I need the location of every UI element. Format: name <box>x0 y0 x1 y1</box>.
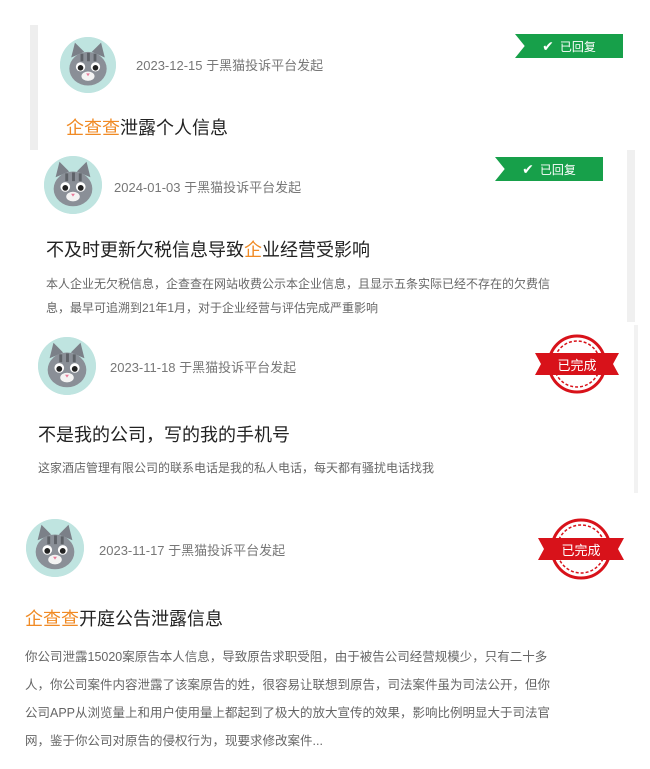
status-badge-replied: ✔ 已回复 <box>495 157 603 181</box>
title-highlight: 企查查 <box>25 609 79 629</box>
complaint-title[interactable]: 企查查泄露个人信息 <box>66 114 228 140</box>
complaint-title[interactable]: 不及时更新欠税信息导致企业经营受影响 <box>46 236 370 262</box>
description-line: 网，鉴于你公司对原告的侵权行为，现要求修改案件... <box>25 734 323 748</box>
description-line: 人，你公司案件内容泄露了该案原告的姓，很容易让联想到原告，司法案件虽为司法公开，… <box>25 678 551 692</box>
title-text: 泄露个人信息 <box>120 118 228 138</box>
status-label: 已完成 <box>561 543 601 558</box>
complaint-card-1[interactable]: 2023-12-15 于黑猫投诉平台发起 ✔ 已回复 企查查泄露个人信息 <box>30 25 643 150</box>
complaint-card-4[interactable]: 2023-11-17 于黑猫投诉平台发起 已完成 企查查开庭公告泄露信息 你公司… <box>0 505 650 769</box>
title-text: 不及时更新欠税信息导致 <box>46 240 244 260</box>
title-text: 开庭公告泄露信息 <box>79 609 223 629</box>
title-highlight: 企查查 <box>66 118 120 138</box>
complaint-meta: 2023-11-17 于黑猫投诉平台发起 <box>99 540 285 559</box>
complaint-date: 2023-12-15 <box>136 58 203 73</box>
status-label: 已回复 <box>539 162 576 177</box>
description-line: 这家酒店管理有限公司的联系电话是我的私人电话，每天都有骚扰电话找我 <box>38 461 435 475</box>
complaint-platform: 于黑猫投诉平台发起 <box>184 180 302 195</box>
complaint-description: 你公司泄露15020案原告本人信息，导致原告求职受阻，由于被告公司经营规模少，只… <box>25 643 637 755</box>
complaint-platform: 于黑猫投诉平台发起 <box>206 58 324 73</box>
complaint-date: 2023-11-17 <box>99 543 165 558</box>
complaint-card-3[interactable]: 2023-11-18 于黑猫投诉平台发起 已完成 不是我的公司，写的我的手机号 … <box>18 325 638 493</box>
title-text: 不是我的公司，写的我的手机号 <box>38 425 290 445</box>
cat-avatar-icon <box>38 337 96 395</box>
complaint-title[interactable]: 不是我的公司，写的我的手机号 <box>38 421 290 447</box>
description-line: 公司APP从浏览量上和用户使用量上都起到了极大的放大宣传的效果，影响比例明显大于… <box>25 706 551 720</box>
title-text: 业经营受影响 <box>262 240 370 260</box>
complaint-description: 这家酒店管理有限公司的联系电话是我的私人电话，每天都有骚扰电话找我 <box>38 456 628 480</box>
cat-avatar-icon <box>60 37 116 93</box>
stamp-icon: 已完成 <box>538 517 624 581</box>
check-icon: ✔ <box>542 37 554 54</box>
description-line: 息，最早可追溯到21年1月，对于企业经营与评估完成严重影响 <box>46 301 379 315</box>
complaint-meta: 2023-12-15 于黑猫投诉平台发起 <box>136 55 323 74</box>
complaint-date: 2023-11-18 <box>110 360 176 375</box>
complaint-meta: 2024-01-03 于黑猫投诉平台发起 <box>114 177 301 196</box>
status-label: 已完成 <box>557 358 597 373</box>
title-highlight: 企 <box>244 240 262 260</box>
complaint-card-2[interactable]: 2024-01-03 于黑猫投诉平台发起 ✔ 已回复 不及时更新欠税信息导致企业… <box>20 150 635 322</box>
description-line: 本人企业无欠税信息，企查查在网站收费公示本企业信息，且显示五条实际已经不存在的欠… <box>46 277 551 291</box>
description-line: 你公司泄露15020案原告本人信息，导致原告求职受阻，由于被告公司经营规模少，只… <box>25 650 548 664</box>
check-icon: ✔ <box>522 160 534 177</box>
cat-avatar-icon <box>44 156 102 214</box>
complaint-description: 本人企业无欠税信息，企查查在网站收费公示本企业信息，且显示五条实际已经不存在的欠… <box>46 272 626 320</box>
complaint-date: 2024-01-03 <box>114 180 181 195</box>
status-badge-replied: ✔ 已回复 <box>515 34 623 58</box>
cat-avatar-icon <box>26 519 84 577</box>
complaint-title[interactable]: 企查查开庭公告泄露信息 <box>25 605 223 631</box>
complaint-platform: 于黑猫投诉平台发起 <box>179 360 297 375</box>
complaint-platform: 于黑猫投诉平台发起 <box>168 543 286 558</box>
stamp-icon: 已完成 <box>535 333 619 395</box>
status-label: 已回复 <box>559 39 596 54</box>
complaint-meta: 2023-11-18 于黑猫投诉平台发起 <box>110 357 296 376</box>
